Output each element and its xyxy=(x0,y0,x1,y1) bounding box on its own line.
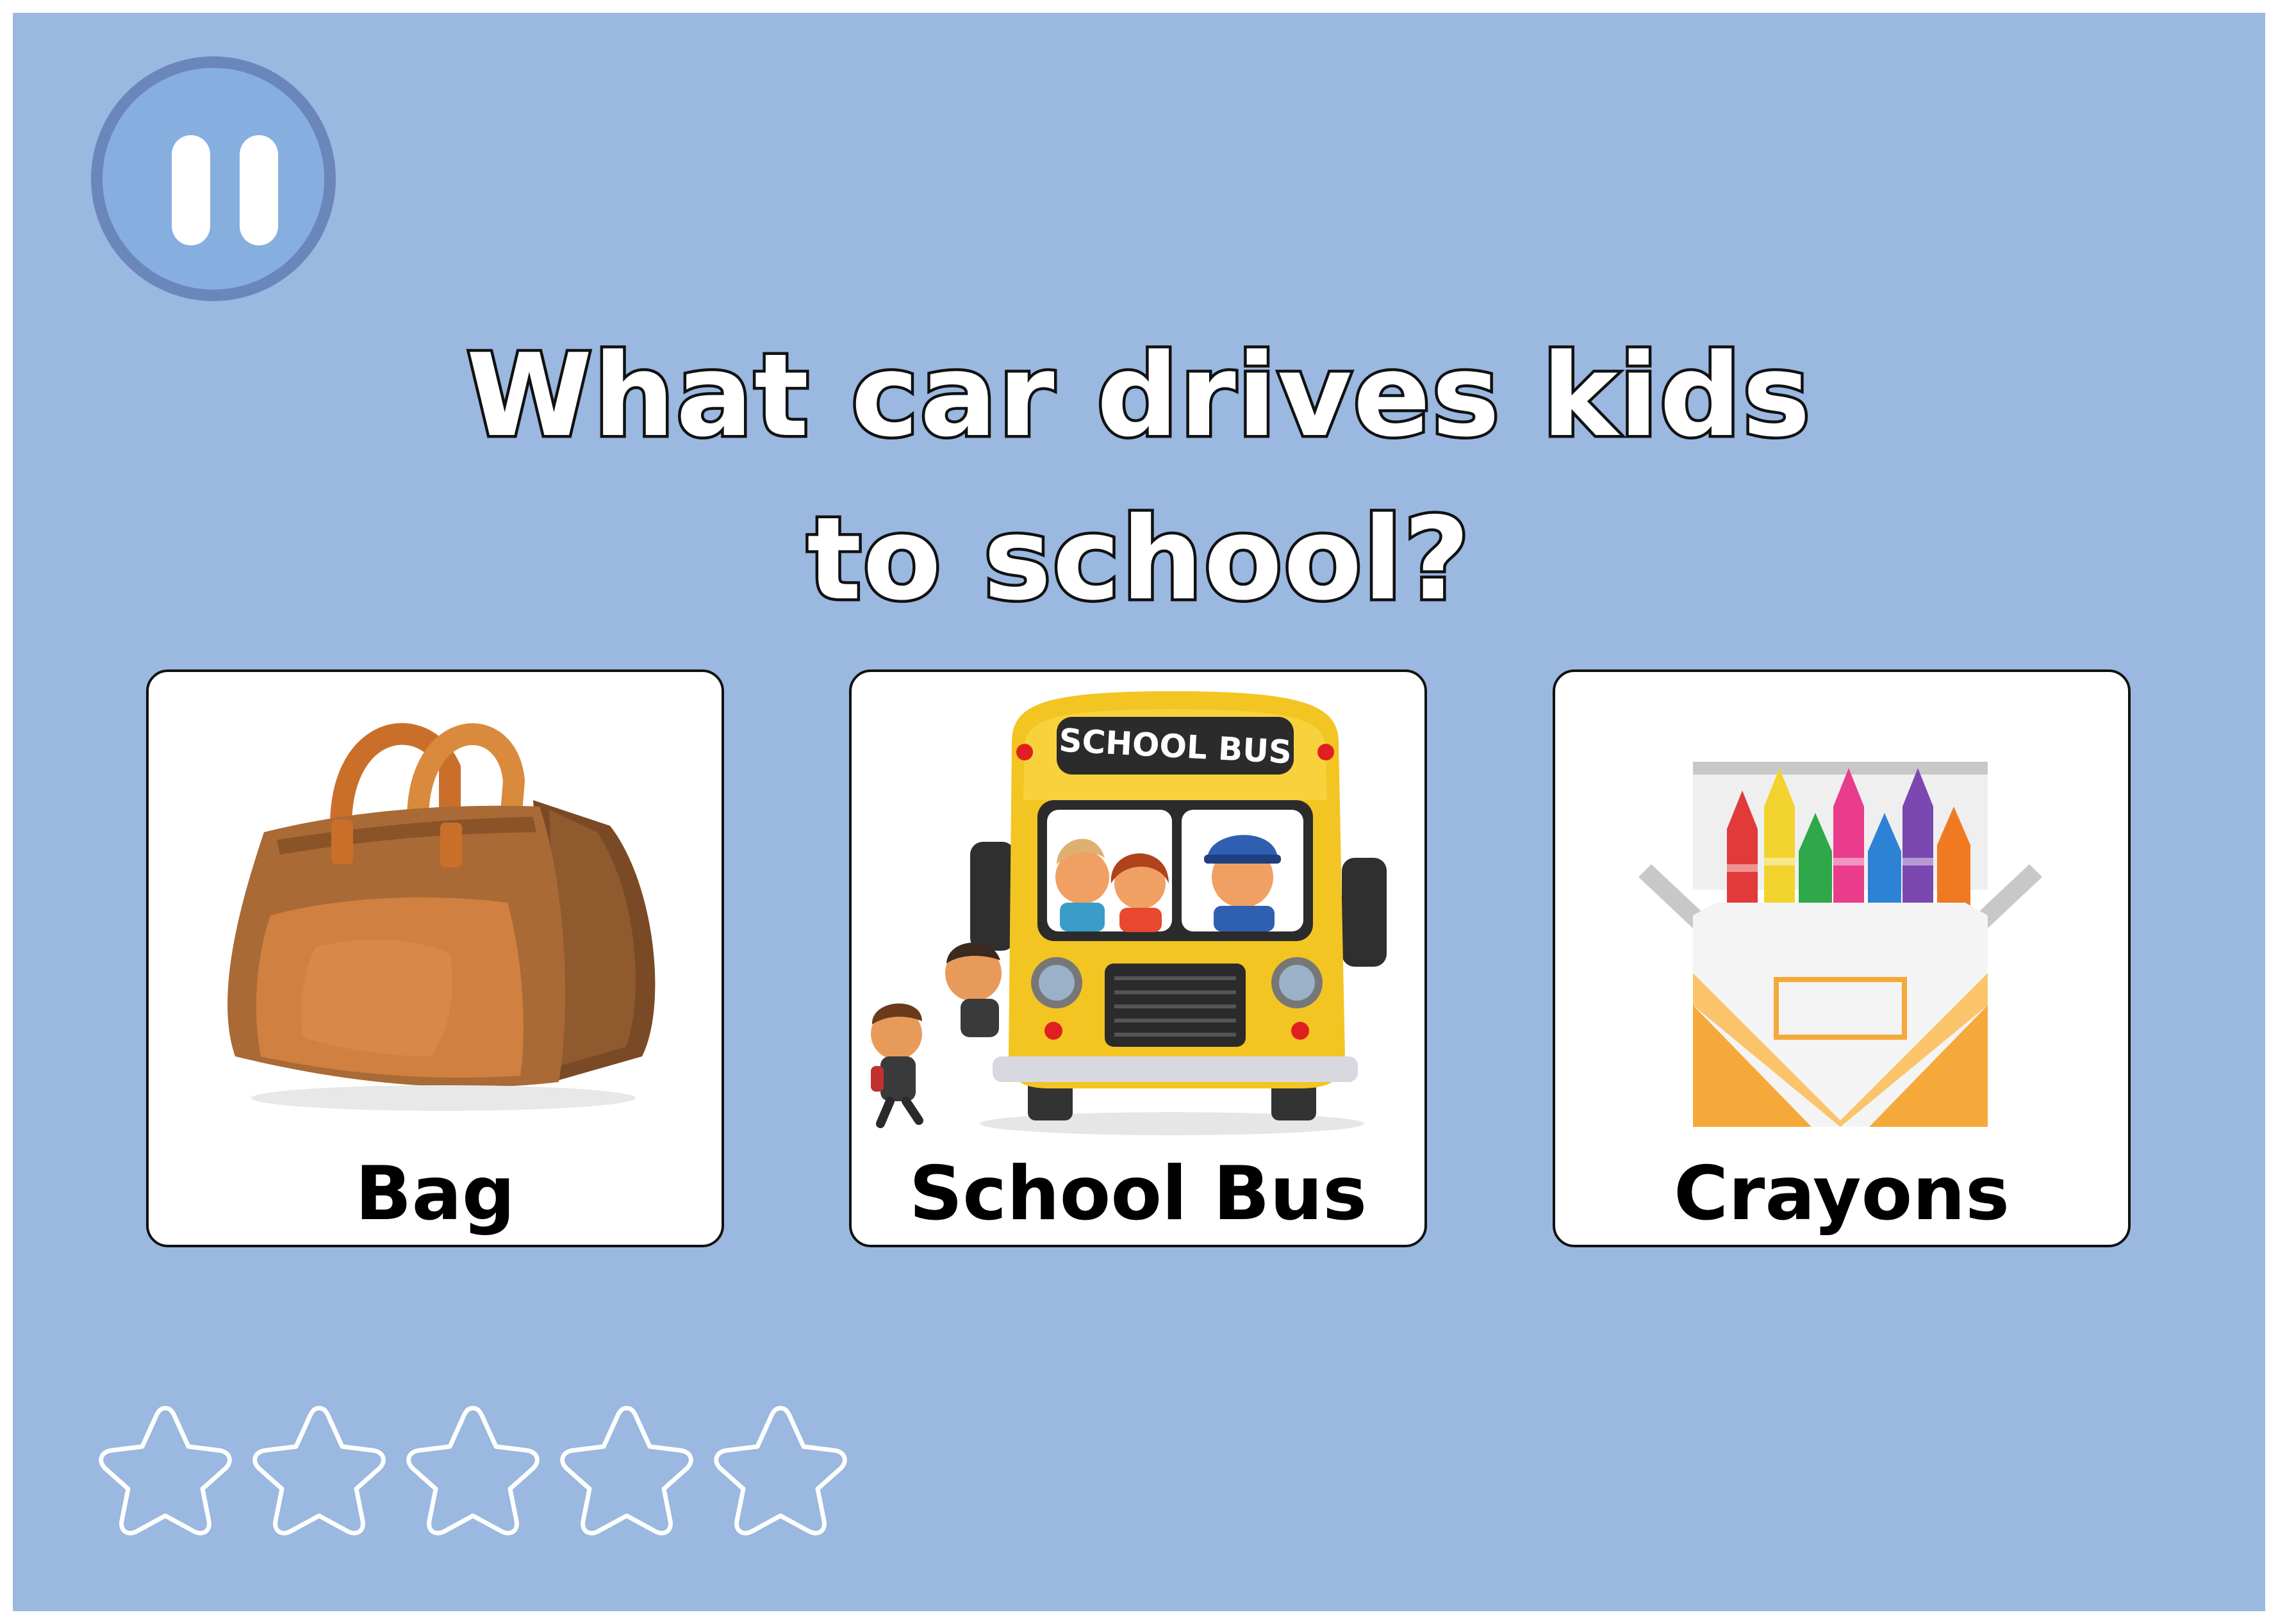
star-icon xyxy=(252,1406,386,1536)
star-icon xyxy=(406,1406,540,1536)
pause-icon-bar xyxy=(240,135,278,245)
game-screen: What car drives kids to school? Bag SCHO… xyxy=(13,13,2265,1611)
answer-card-bag[interactable]: Bag xyxy=(146,669,724,1247)
bag-icon xyxy=(227,723,656,1111)
star-icon xyxy=(714,1406,847,1536)
answer-label-bag: Bag xyxy=(355,1151,515,1237)
answer-label-school-bus: School Bus xyxy=(909,1151,1367,1237)
crayons-icon xyxy=(1638,762,2042,1127)
star-progress xyxy=(88,1397,870,1563)
answer-card-school-bus[interactable]: SCHOOL BUS School Bus xyxy=(849,669,1427,1247)
star-icon xyxy=(560,1406,693,1536)
question-text: What car drives kids to school? xyxy=(13,314,2265,641)
answer-label-crayons: Crayons xyxy=(1674,1151,2010,1237)
question-line-1: What car drives kids xyxy=(463,327,1813,465)
pause-button[interactable] xyxy=(91,56,336,301)
question-line-2: to school? xyxy=(804,490,1473,628)
pause-icon xyxy=(172,135,210,245)
school-bus-icon: SCHOOL BUS xyxy=(871,691,1387,1135)
answer-card-crayons[interactable]: Crayons xyxy=(1553,669,2131,1247)
star-icon xyxy=(99,1406,232,1536)
